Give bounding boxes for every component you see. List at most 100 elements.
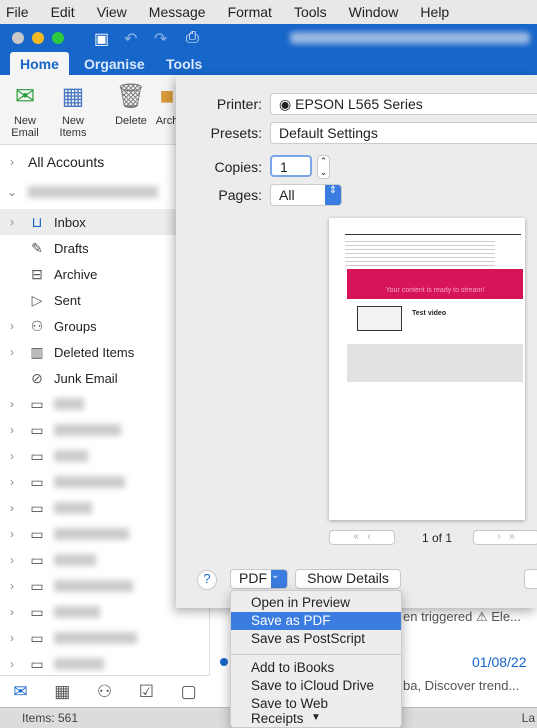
message-snippet[interactable]: ba, Discover trend... [403, 678, 519, 693]
new-items-button[interactable]: ▦ New Items [50, 79, 96, 140]
trash-icon: ▥ [30, 343, 44, 360]
first-prev-page-buttons[interactable]: « ‹ [329, 530, 395, 545]
new-email-button[interactable]: ✉ New Email [4, 79, 46, 140]
folder-name-blurred [54, 450, 88, 462]
new-items-icon: ▦ [61, 83, 85, 110]
page-indicator: 1 of 1 [422, 531, 453, 545]
copies-input[interactable]: 1 [270, 155, 312, 177]
menu-edit[interactable]: Edit [51, 4, 75, 20]
calendar-icon[interactable]: ▦ [54, 682, 70, 702]
chevron-right-icon[interactable]: › [0, 579, 24, 593]
title-bar: ▣ ↶ ↷ ⎙ Home Organise Tools [0, 24, 537, 75]
chevron-right-icon[interactable]: › [0, 657, 24, 671]
menu-item-add-to-ibooks[interactable]: Add to iBooks [231, 659, 401, 677]
chevron-down-icon[interactable]: ⌄ [0, 185, 24, 199]
chevron-right-icon[interactable]: › [0, 553, 24, 567]
pdf-dropdown-menu: Open in Preview Save as PDF Save as Post… [230, 590, 402, 728]
menu-item-save-as-postscript[interactable]: Save as PostScript [231, 630, 401, 648]
menu-tools[interactable]: Tools [294, 4, 327, 20]
presets-value: Default Settings [279, 125, 378, 141]
tab-organise[interactable]: Organise [74, 52, 155, 75]
chevron-right-icon[interactable]: › [0, 605, 24, 619]
folder-name-blurred [54, 606, 100, 618]
menu-file[interactable]: File [6, 4, 29, 20]
folder-name-blurred [54, 632, 137, 644]
chevron-right-icon[interactable]: › [0, 631, 24, 645]
menu-help[interactable]: Help [420, 4, 449, 20]
presets-select[interactable]: Default Settings [270, 122, 537, 144]
zoom-button[interactable] [52, 32, 64, 44]
menu-view[interactable]: View [97, 4, 127, 20]
folder-icon: ▭ [30, 473, 44, 490]
delete-button[interactable]: 🗑 Delete [112, 79, 150, 128]
menu-item-save-to-web-receipts[interactable]: Save to Web Receipts [231, 695, 401, 726]
print-preview: Your content is ready to stream! Test vi… [329, 218, 525, 520]
preview-footer [347, 344, 523, 382]
pdf-menu-button[interactable]: PDF ⌄ [230, 569, 288, 589]
folder-blurred[interactable]: › ▭ [0, 625, 209, 651]
notes-icon[interactable]: ▢ [181, 682, 197, 702]
folder-icon: ▭ [30, 655, 44, 672]
undo-icon[interactable]: ↶ [124, 29, 137, 49]
menu-message[interactable]: Message [149, 4, 206, 20]
folder-icon: ▭ [30, 421, 44, 438]
message-snippet[interactable]: en triggered ⚠ Ele... [403, 609, 521, 625]
mail-icon[interactable]: ✉ [13, 682, 27, 702]
junk-icon: ⊘ [31, 369, 43, 386]
redo-icon[interactable]: ↷ [154, 29, 167, 49]
menu-item-save-as-pdf[interactable]: Save as PDF [231, 612, 401, 630]
folder-name-blurred [54, 580, 133, 592]
groups-icon: ⚇ [30, 317, 44, 334]
chevron-right-icon[interactable]: › [0, 155, 24, 169]
folder-name-blurred [54, 398, 84, 410]
inbox-icon: ⊔ [31, 213, 43, 230]
minimize-button[interactable] [32, 32, 44, 44]
menu-divider [231, 654, 401, 655]
folder-icon: ▭ [30, 395, 44, 412]
chevron-right-icon[interactable]: › [0, 423, 24, 437]
show-details-button[interactable]: Show Details [295, 569, 401, 589]
chevron-right-icon[interactable]: › [0, 345, 24, 359]
menu-format[interactable]: Format [228, 4, 272, 20]
printer-select[interactable]: ◉ EPSON L565 Series [270, 93, 537, 115]
print-icon[interactable]: ⎙ [186, 29, 199, 47]
bottom-nav: ✉ ▦ ⚇ ☑ ▢ [0, 675, 210, 707]
preview-thumbnail [357, 306, 402, 331]
chevron-right-icon[interactable]: › [0, 527, 24, 541]
chevron-right-icon[interactable]: › [0, 319, 24, 333]
menu-item-save-to-icloud[interactable]: Save to iCloud Drive [231, 677, 401, 695]
tab-home[interactable]: Home [10, 52, 69, 75]
chevron-right-icon[interactable]: › [0, 475, 24, 489]
copies-stepper[interactable]: ⌃ ⌄ [317, 155, 330, 179]
cancel-button-partial[interactable] [524, 569, 537, 589]
folder-icon: ▭ [30, 447, 44, 464]
new-email-icon: ✉ [14, 83, 36, 110]
folder-name-blurred [54, 658, 104, 670]
chevron-right-icon[interactable]: › [0, 215, 24, 229]
save-icon[interactable]: ▣ [94, 29, 109, 49]
sent-icon: ▷ [31, 291, 43, 308]
pages-select[interactable]: All ⇕ [270, 184, 342, 206]
people-icon[interactable]: ⚇ [97, 682, 112, 702]
folder-blurred[interactable]: › ▭ [0, 651, 209, 675]
chevron-down-icon: ⌄ [271, 570, 287, 588]
tasks-icon[interactable]: ☑ [139, 682, 154, 702]
preview-title: Test video [412, 310, 447, 317]
pages-label: Pages: [218, 187, 262, 203]
folder-icon: ▭ [30, 603, 44, 620]
close-button[interactable] [12, 32, 24, 44]
chevron-right-icon[interactable]: › [0, 501, 24, 515]
tab-tools[interactable]: Tools [156, 52, 212, 75]
preview-header-line [345, 231, 521, 235]
help-button[interactable]: ? [197, 570, 217, 590]
folder-icon: ▭ [30, 629, 44, 646]
copies-label: Copies: [214, 159, 262, 175]
folder-name-blurred [54, 528, 129, 540]
chevron-right-icon[interactable]: › [0, 397, 24, 411]
trash-icon: 🗑 [115, 83, 147, 110]
archive-icon: ⊟ [31, 265, 43, 282]
next-last-page-buttons[interactable]: › » [473, 530, 537, 545]
menu-item-open-in-preview[interactable]: Open in Preview [231, 594, 401, 612]
menu-window[interactable]: Window [349, 4, 399, 20]
chevron-right-icon[interactable]: › [0, 449, 24, 463]
